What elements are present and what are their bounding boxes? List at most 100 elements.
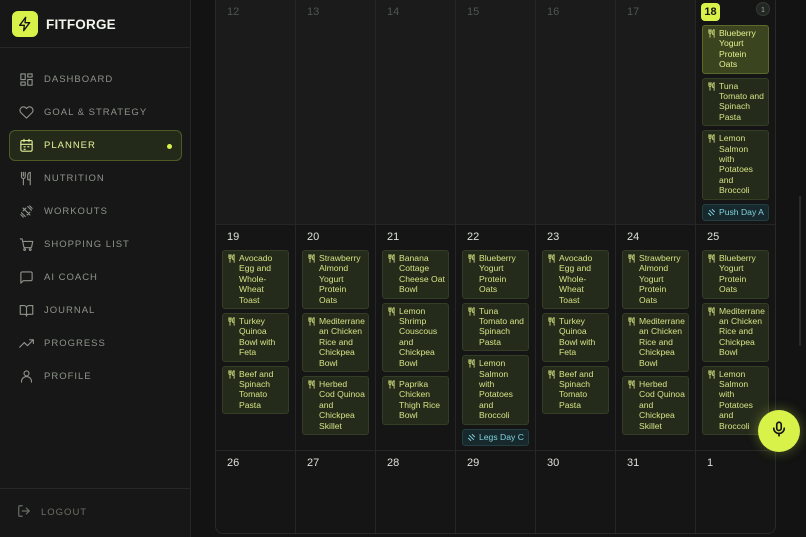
fork-knife-icon: [707, 29, 716, 40]
meal-entry[interactable]: Herbed Cod Quinoa and Chickpea Skillet: [622, 376, 689, 436]
calendar-day-cell[interactable]: 26: [216, 451, 296, 533]
calendar-day-cell[interactable]: 31: [616, 451, 696, 533]
meal-name: Paprika Chicken Thigh Rice Bowl: [399, 379, 441, 421]
sidebar-item-shopping-list[interactable]: SHOPPING LIST: [9, 229, 182, 260]
calendar-day-cell[interactable]: 23 Avocado Egg and Whole-Wheat Toast Turke…: [536, 225, 616, 450]
day-number: 22: [467, 231, 480, 243]
dashboard-icon: [18, 72, 34, 88]
fork-knife-icon: [627, 380, 636, 391]
sidebar-item-planner[interactable]: PLANNER: [9, 130, 182, 161]
sidebar-item-label: SHOPPING LIST: [44, 239, 130, 250]
meal-entry[interactable]: Banana Cottage Cheese Oat Bowl: [382, 250, 449, 299]
fork-knife-icon: [707, 369, 716, 381]
meal-name: Strawberry Almond Yogurt Protein Oats: [319, 253, 361, 305]
scrollbar[interactable]: [799, 196, 801, 346]
fork-knife-icon: [707, 306, 716, 318]
calendar-day-cell[interactable]: 28: [376, 451, 456, 533]
meal-entry[interactable]: Turkey Quinoa Bowl with Feta: [542, 313, 609, 362]
meal-entry[interactable]: Mediterranean Chicken Rice and Chickpea …: [302, 313, 369, 373]
voice-input-button[interactable]: [758, 410, 800, 452]
workout-entry[interactable]: Push Day A: [702, 203, 769, 221]
sidebar-item-progress[interactable]: PROGRESS: [9, 328, 182, 359]
meal-entry[interactable]: Paprika Chicken Thigh Rice Bowl: [382, 376, 449, 425]
fork-knife-icon: [707, 254, 716, 265]
day-number: 28: [387, 457, 400, 469]
calendar-day-cell[interactable]: 29: [456, 451, 536, 533]
brand-name: FITFORGE: [46, 16, 116, 32]
brand[interactable]: FITFORGE: [12, 10, 116, 38]
meal-entry[interactable]: Strawberry Almond Yogurt Protein Oats: [302, 250, 369, 310]
meal-entry[interactable]: Tuna Tomato and Spinach Pasta: [702, 77, 769, 127]
meal-entry[interactable]: Herbed Cod Quinoa and Chickpea Skillet: [302, 376, 369, 436]
meal-entry[interactable]: Lemon Salmon with Potatoes and Broccoli: [702, 130, 769, 200]
meal-entry[interactable]: Lemon Shrimp Couscous and Chickpea Bowl: [382, 302, 449, 373]
day-entries: Strawberry Almond Yogurt Protein Oats Med…: [622, 250, 689, 439]
dumbbell-icon: [467, 433, 476, 445]
day-number: 26: [227, 457, 240, 469]
fork-knife-icon: [227, 254, 236, 265]
calendar-week: 19 Avocado Egg and Whole-Wheat Toast Turke…: [216, 225, 775, 451]
fork-knife-icon: [707, 134, 716, 145]
meal-entry[interactable]: Turkey Quinoa Bowl with Feta: [222, 313, 289, 362]
day-number: 19: [227, 231, 240, 243]
calendar-day-cell[interactable]: 1: [696, 451, 775, 533]
calendar-day-cell[interactable]: 22 Blueberry Yogurt Protein Oats Tuna Toma…: [456, 225, 536, 450]
meal-entry[interactable]: Mediterranean Chicken Rice and Chickpea …: [702, 302, 769, 362]
meal-entry[interactable]: Avocado Egg and Whole-Wheat Toast: [222, 250, 289, 310]
sidebar-item-workouts[interactable]: WORKOUTS: [9, 196, 182, 227]
day-number: 25: [707, 231, 720, 243]
active-indicator: [167, 144, 172, 149]
logout-button[interactable]: LOGOUT: [17, 503, 87, 522]
meal-name: Turkey Quinoa Bowl with Feta: [239, 316, 276, 358]
calendar-day-cell[interactable]: 30: [536, 451, 616, 533]
cart-icon: [18, 237, 34, 253]
calendar-day-cell[interactable]: 19 Avocado Egg and Whole-Wheat Toast Turke…: [216, 225, 296, 450]
divider: [0, 47, 191, 48]
meal-entry[interactable]: Beef and Spinach Tomato Pasta: [222, 365, 289, 415]
day-number: 24: [627, 231, 640, 243]
day-number: 20: [307, 231, 320, 243]
calendar-day-cell[interactable]: 24 Strawberry Almond Yogurt Protein Oats M…: [616, 225, 696, 450]
calendar-day-cell[interactable]: 12: [216, 0, 296, 224]
sidebar-item-profile[interactable]: PROFILE: [9, 361, 182, 392]
calendar-day-cell[interactable]: 14: [376, 0, 456, 224]
meal-entry[interactable]: Mediterranean Chicken Rice and Chickpea …: [622, 313, 689, 373]
calendar-day-cell[interactable]: 16: [536, 0, 616, 224]
meal-entry[interactable]: Blueberry Yogurt Protein Oats: [462, 250, 529, 299]
day-number: 23: [547, 231, 560, 243]
heart-icon: [18, 105, 34, 121]
logout-label: LOGOUT: [41, 507, 88, 518]
sidebar-item-dashboard[interactable]: DASHBOARD: [9, 64, 182, 95]
meal-name: Turkey Quinoa Bowl with Feta: [559, 316, 596, 358]
meal-entry[interactable]: Blueberry Yogurt Protein Oats: [702, 25, 769, 74]
sidebar-item-goal-strategy[interactable]: GOAL & STRATEGY: [9, 97, 182, 128]
sidebar-item-ai-coach[interactable]: AI COACH: [9, 262, 182, 293]
microphone-icon: [770, 420, 788, 442]
calendar-day-cell[interactable]: 21 Banana Cottage Cheese Oat Bowl Lemon Sh…: [376, 225, 456, 450]
calendar-day-cell[interactable]: 18 1 Blueberry Yogurt Protein Oats Tuna Tom…: [696, 0, 775, 224]
meal-name: Mediterranean Chicken Rice and Chickpea …: [639, 316, 685, 368]
sidebar-item-label: DASHBOARD: [44, 74, 114, 85]
count-badge: 1: [756, 2, 770, 16]
calendar-day-cell[interactable]: 13: [296, 0, 376, 224]
calendar-day-cell[interactable]: 20 Strawberry Almond Yogurt Protein Oats M…: [296, 225, 376, 450]
meal-entry[interactable]: Beef and Spinach Tomato Pasta: [542, 365, 609, 415]
sidebar-item-journal[interactable]: JOURNAL: [9, 295, 182, 326]
meal-entry[interactable]: Tuna Tomato and Spinach Pasta: [462, 302, 529, 352]
calendar-day-cell[interactable]: 17: [616, 0, 696, 224]
calendar-day-cell[interactable]: 27: [296, 451, 376, 533]
meal-entry[interactable]: Blueberry Yogurt Protein Oats: [702, 250, 769, 299]
trend-icon: [18, 336, 34, 352]
meal-entry[interactable]: Avocado Egg and Whole-Wheat Toast: [542, 250, 609, 310]
meal-name: Avocado Egg and Whole-Wheat Toast: [559, 253, 593, 305]
meal-name: Beef and Spinach Tomato Pasta: [239, 368, 274, 410]
calendar-day-cell[interactable]: 15: [456, 0, 536, 224]
meal-name: Herbed Cod Quinoa and Chickpea Skillet: [319, 379, 365, 431]
fork-knife-icon: [467, 306, 476, 318]
day-entries: Blueberry Yogurt Protein Oats Mediterrane…: [702, 250, 769, 439]
meal-entry[interactable]: Strawberry Almond Yogurt Protein Oats: [622, 250, 689, 310]
workout-entry[interactable]: Legs Day C: [462, 428, 529, 446]
sidebar-item-nutrition[interactable]: NUTRITION: [9, 163, 182, 194]
meal-entry[interactable]: Lemon Salmon with Potatoes and Broccoli: [462, 355, 529, 425]
day-entries: Avocado Egg and Whole-Wheat Toast Turkey …: [542, 250, 609, 418]
